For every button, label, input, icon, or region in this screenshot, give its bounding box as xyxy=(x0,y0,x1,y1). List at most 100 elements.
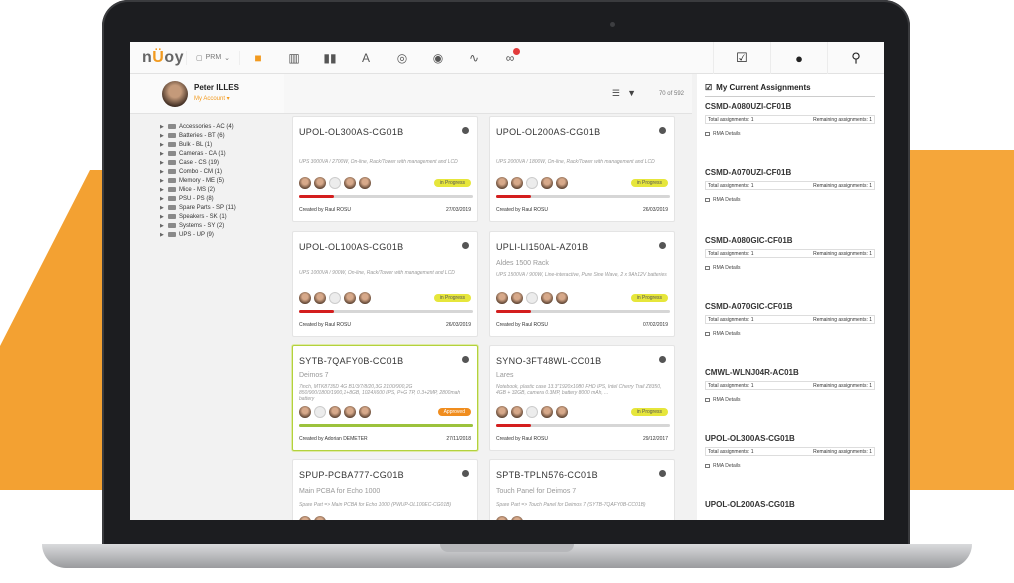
rma-details-link[interactable]: RMA Details xyxy=(705,197,875,203)
card-title: SYNO-3FT48WL-CC01B xyxy=(496,356,602,366)
rma-details-link[interactable]: RMA Details xyxy=(705,331,875,337)
add-icon[interactable] xyxy=(462,470,469,477)
card-title: SPTB-TPLN576-CC01B xyxy=(496,470,598,480)
assignment-counts: Total assignments: 1 Remaining assignment… xyxy=(705,447,875,456)
app-logo[interactable]: nÜoy xyxy=(130,49,186,67)
tree-item[interactable]: ▶ UPS - UP (9) xyxy=(160,230,284,239)
add-icon[interactable] xyxy=(659,470,666,477)
add-icon[interactable] xyxy=(462,127,469,134)
tree-item[interactable]: ▶ Accessories - AC (4) xyxy=(160,122,284,131)
sort-icon[interactable]: ☰ xyxy=(612,88,620,99)
avatar xyxy=(541,292,553,304)
assignment-title[interactable]: CSMD-A080UZI-CF01B xyxy=(705,102,875,111)
product-card[interactable]: UPOL-OL100AS-CG01B UPS 1000VA / 900W, On… xyxy=(292,231,478,337)
tree-item[interactable]: ▶ Mice - MS (2) xyxy=(160,185,284,194)
tree-item[interactable]: ▶ PSU - PS (8) xyxy=(160,194,284,203)
avatar xyxy=(359,292,371,304)
my-account-link[interactable]: My Account ▾ xyxy=(194,95,230,102)
product-card[interactable]: UPOL-OL300AS-CG01B UPS 3000VA / 2700W, O… xyxy=(292,116,478,222)
translate-icon[interactable]: A xyxy=(348,42,384,74)
status-badge: in Progress xyxy=(433,294,471,302)
tree-item[interactable]: ▶ Bulk - BL (1) xyxy=(160,140,284,149)
add-icon[interactable] xyxy=(659,242,666,249)
category-tree: ▶ Accessories - AC (4) ▶ Batteries - BT (6… xyxy=(160,122,284,239)
avatar xyxy=(496,292,508,304)
folder-icon xyxy=(168,205,176,210)
progress-bar xyxy=(299,195,473,198)
checklist-icon[interactable]: ☑ xyxy=(713,42,770,74)
tree-item[interactable]: ▶ Batteries - BT (6) xyxy=(160,131,284,140)
expand-icon: ▶ xyxy=(160,168,164,175)
avatar xyxy=(329,177,341,189)
tree-item[interactable]: ▶ Spare Parts - SP (11) xyxy=(160,203,284,212)
tree-item[interactable]: ▶ Case - CS (19) xyxy=(160,158,284,167)
help-icon[interactable]: ● xyxy=(770,42,827,74)
cabinet-icon[interactable]: ▥ xyxy=(276,42,312,74)
assignee-avatars xyxy=(299,292,371,304)
assignee-avatars xyxy=(299,177,371,189)
assignment-title[interactable]: UPOL-OL300AS-CG01B xyxy=(705,434,875,443)
card-title: UPLI-LI150AL-AZ01B xyxy=(496,242,589,252)
tree-item[interactable]: ▶ Systems - SY (2) xyxy=(160,221,284,230)
card-date: 26/03/2019 xyxy=(445,322,471,328)
assignment-title[interactable]: UPOL-OL200AS-CG01B xyxy=(705,500,875,509)
columns-icon[interactable]: ▮▮ xyxy=(312,42,348,74)
assignment-item: UPOL-OL300AS-CG01B Total assignments: 1R… xyxy=(705,434,875,469)
folder-icon xyxy=(168,196,176,201)
status-badge: in Progress xyxy=(433,179,471,187)
add-icon[interactable] xyxy=(659,356,666,363)
product-card[interactable]: SYNO-3FT48WL-CC01B Lares Notebook, plast… xyxy=(489,345,675,451)
card-date: 07/02/2019 xyxy=(642,322,668,328)
tree-item[interactable]: ▶ Combo - CM (1) xyxy=(160,167,284,176)
result-count: 70 of 592 xyxy=(658,91,684,97)
prm-selector[interactable]: ▢ PRM ⌄ xyxy=(186,50,240,65)
product-card[interactable]: SPUP-PCBA777-CG01B Main PCBA for Echo 10… xyxy=(292,459,478,520)
card-creator: Created by Raul ROSU xyxy=(496,322,548,328)
add-icon[interactable] xyxy=(462,242,469,249)
assignee-avatars xyxy=(496,177,568,189)
tree-item[interactable]: ▶ Memory - ME (5) xyxy=(160,176,284,185)
assignment-title[interactable]: CSMD-A070UZI-CF01B xyxy=(705,168,875,177)
rma-details-link[interactable]: RMA Details xyxy=(705,397,875,403)
prm-icon: ▢ xyxy=(195,54,203,62)
list-toolbar: ☰ ▼ 70 of 592 xyxy=(284,74,692,114)
avatar[interactable] xyxy=(162,81,188,107)
rma-details-link[interactable]: RMA Details xyxy=(705,463,875,469)
progress-bar xyxy=(496,195,670,198)
card-subtitle: Deimos 7 xyxy=(299,372,329,379)
product-card[interactable]: UPLI-LI150AL-AZ01B Aldes 1500 Rack UPS 1… xyxy=(489,231,675,337)
progress-bar xyxy=(299,424,473,427)
assignee-avatars xyxy=(496,406,568,418)
folder-icon xyxy=(168,160,176,165)
folder-icon xyxy=(168,124,176,129)
rma-details-link[interactable]: RMA Details xyxy=(705,131,875,137)
avatar xyxy=(541,406,553,418)
card-description: UPS 1000VA / 900W, On-line, Rack/Tower w… xyxy=(299,270,455,276)
card-date: 27/11/2018 xyxy=(446,436,471,442)
rma-details-link[interactable]: RMA Details xyxy=(705,265,875,271)
product-card[interactable]: UPOL-OL200AS-CG01B UPS 2000VA / 1800W, O… xyxy=(489,116,675,222)
globe-icon[interactable]: ◉ xyxy=(420,42,456,74)
tree-item[interactable]: ▶ Cameras - CA (1) xyxy=(160,149,284,158)
link-icon[interactable]: ∞ xyxy=(492,42,528,74)
search-icon[interactable]: ⚲ xyxy=(827,42,884,74)
card-subtitle: Lares xyxy=(496,372,514,379)
assignment-title[interactable]: CSMD-A080GIC-CF01B xyxy=(705,236,875,245)
pulse-icon[interactable]: ∿ xyxy=(456,42,492,74)
location-icon[interactable]: ◎ xyxy=(384,42,420,74)
add-icon[interactable] xyxy=(462,356,469,363)
product-card[interactable]: SYTB-7QAFY0B-CC01B Deimos 7 7inch, MTK87… xyxy=(292,345,478,451)
add-icon[interactable] xyxy=(659,127,666,134)
product-card[interactable]: SPTB-TPLN576-CC01B Touch Panel for Deimo… xyxy=(489,459,675,520)
folder-icon xyxy=(168,142,176,147)
card-creator: Created by Raul ROSU xyxy=(496,436,548,442)
assignment-title[interactable]: CMWL-WLNJ04R-AC01B xyxy=(705,368,875,377)
status-badge: in Progress xyxy=(630,408,668,416)
tree-item[interactable]: ▶ Speakers - SK (1) xyxy=(160,212,284,221)
card-description: Spare Part => Touch Panel for Deimos 7 (… xyxy=(496,502,646,508)
filter-icon[interactable]: ▼ xyxy=(627,88,636,98)
document-icon xyxy=(705,198,710,202)
assignment-title[interactable]: CSMD-A070GIC-CF01B xyxy=(705,302,875,311)
box-icon[interactable]: ■ xyxy=(240,42,276,74)
expand-icon: ▶ xyxy=(160,204,164,211)
